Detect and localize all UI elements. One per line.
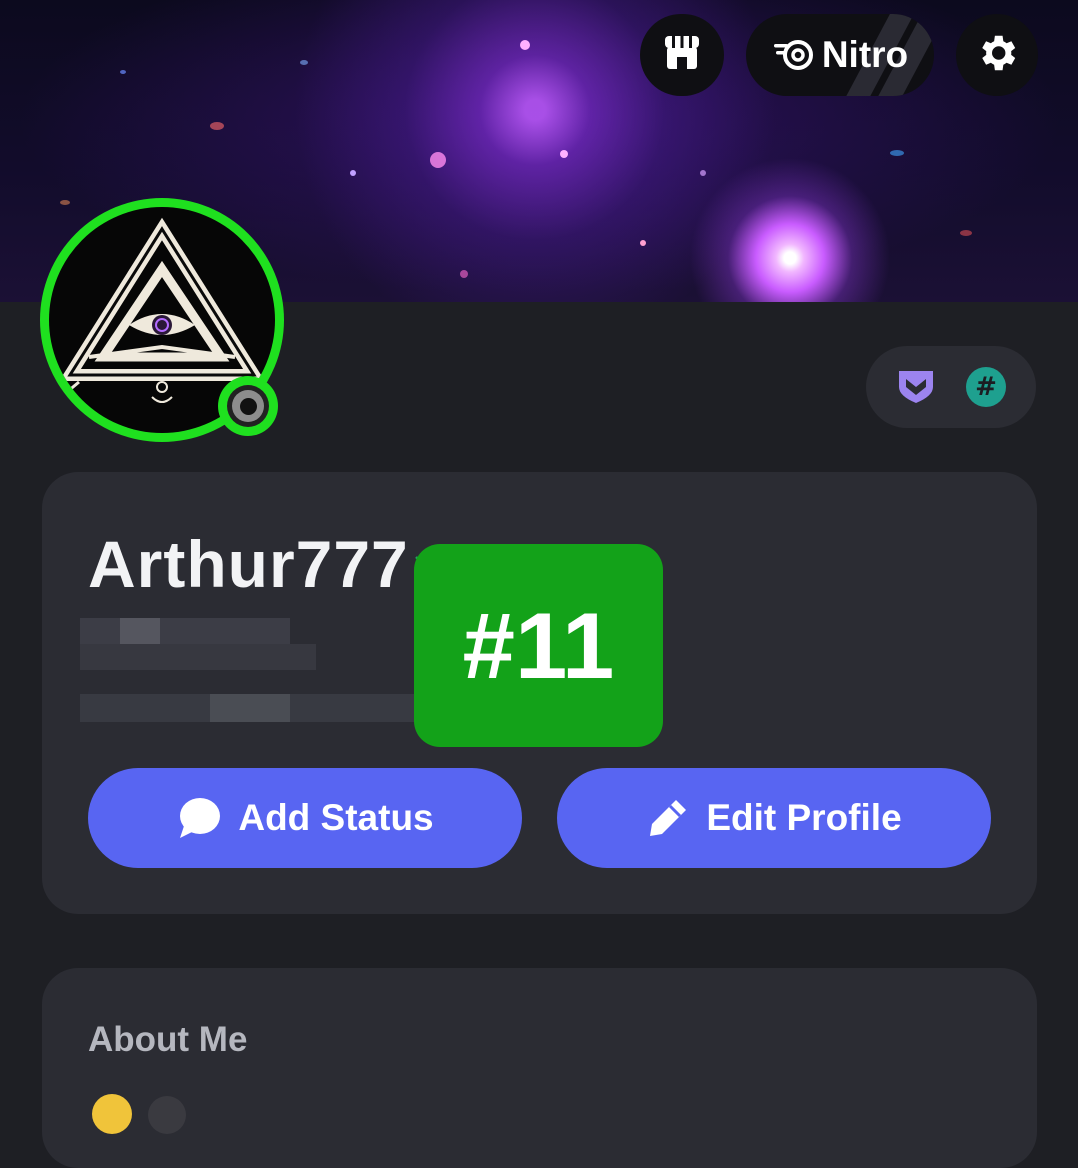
hypesquad-icon[interactable] [896,365,936,409]
add-status-label: Add Status [238,797,434,838]
nitro-label: Nitro [821,34,909,75]
speech-bubble-icon [176,796,222,840]
edit-profile-label: Edit Profile [706,797,902,838]
nitro-button[interactable]: Nitro [746,14,934,96]
badge-container: # [866,346,1036,428]
nitro-icon [772,37,816,73]
edit-profile-button[interactable]: Edit Profile [557,768,991,868]
shop-button[interactable] [640,14,724,96]
gear-icon [974,30,1020,80]
add-status-button[interactable]: Add Status [88,768,522,868]
number-badge: #11 [414,544,663,747]
username[interactable]: Arthur777 [88,526,409,602]
settings-button[interactable] [956,14,1038,96]
pencil-icon [646,796,690,840]
hash-icon[interactable]: # [966,367,1006,407]
about-me-card [42,968,1037,1168]
about-me-title: About Me [88,1020,248,1059]
shop-icon [661,32,703,78]
status-indicator [218,376,278,436]
emoji-icon [92,1094,132,1134]
